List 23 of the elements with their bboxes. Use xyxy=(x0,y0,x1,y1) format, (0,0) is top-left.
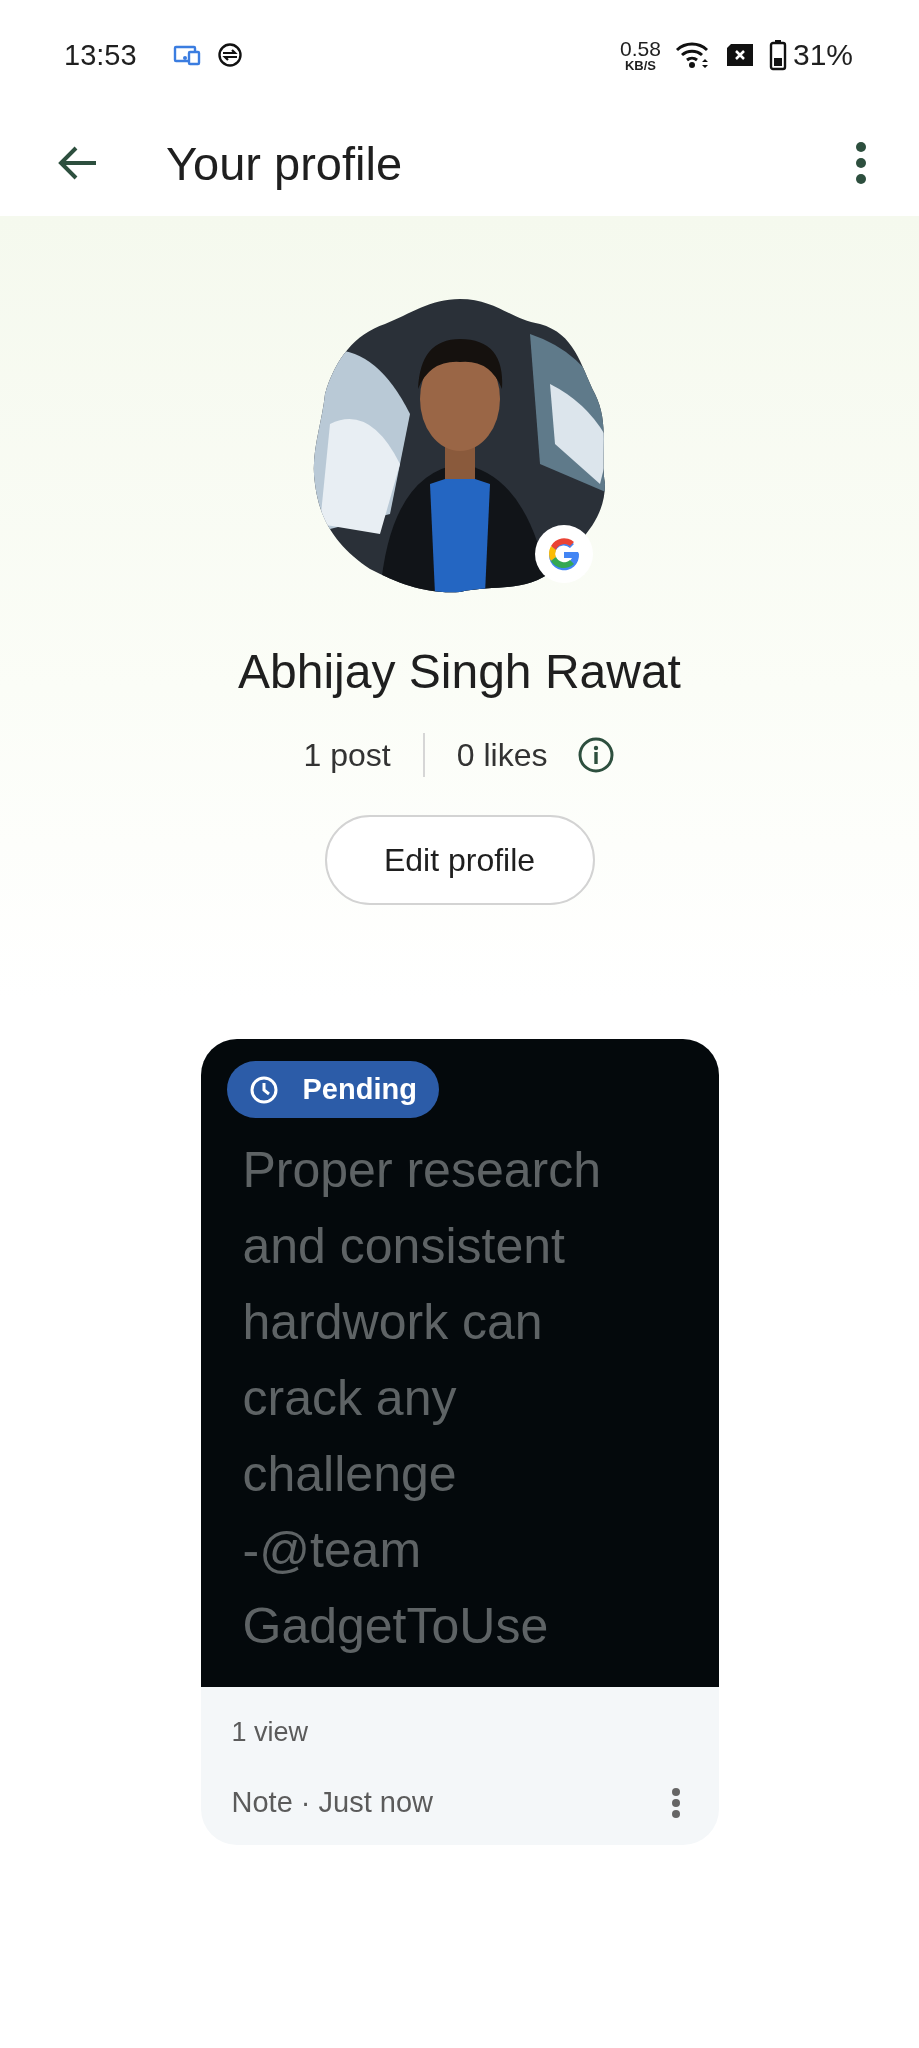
g-logo-icon xyxy=(533,524,594,584)
no-sim-icon xyxy=(724,43,755,67)
post-card[interactable]: Pending Proper research and consistent hardwork can crack any challenge -@team GadgetToUse 1 view Note · Just now xyxy=(200,1039,719,1845)
note-text: Proper research and consistent hardwork can crack any challenge -@team GadgetToUse xyxy=(242,1141,602,1656)
view-count: 1 view xyxy=(231,1717,310,1748)
info-icon[interactable] xyxy=(577,736,616,774)
badge-label: Pending xyxy=(302,1073,417,1106)
battery-percent: 31% xyxy=(792,38,853,72)
like-count: 0 likes xyxy=(456,736,548,774)
more-options-icon[interactable] xyxy=(670,1786,681,1819)
more-options-icon[interactable] xyxy=(855,141,867,185)
edit-profile-button[interactable]: Edit profile xyxy=(324,815,595,905)
devices-icon xyxy=(172,44,203,66)
page-title: Your profile xyxy=(166,135,403,191)
post-count: 1 post xyxy=(303,736,391,774)
status-time: 13:53 xyxy=(64,38,137,72)
network-speed: 0.58 KB/S xyxy=(620,38,661,72)
sync-icon xyxy=(216,42,243,68)
clock-icon xyxy=(248,1074,279,1105)
post-meta: Note · Just now xyxy=(231,1786,433,1819)
profile-name: Abhijay Singh Rawat xyxy=(238,644,681,699)
battery-icon xyxy=(768,39,787,71)
wifi-icon xyxy=(674,41,711,69)
